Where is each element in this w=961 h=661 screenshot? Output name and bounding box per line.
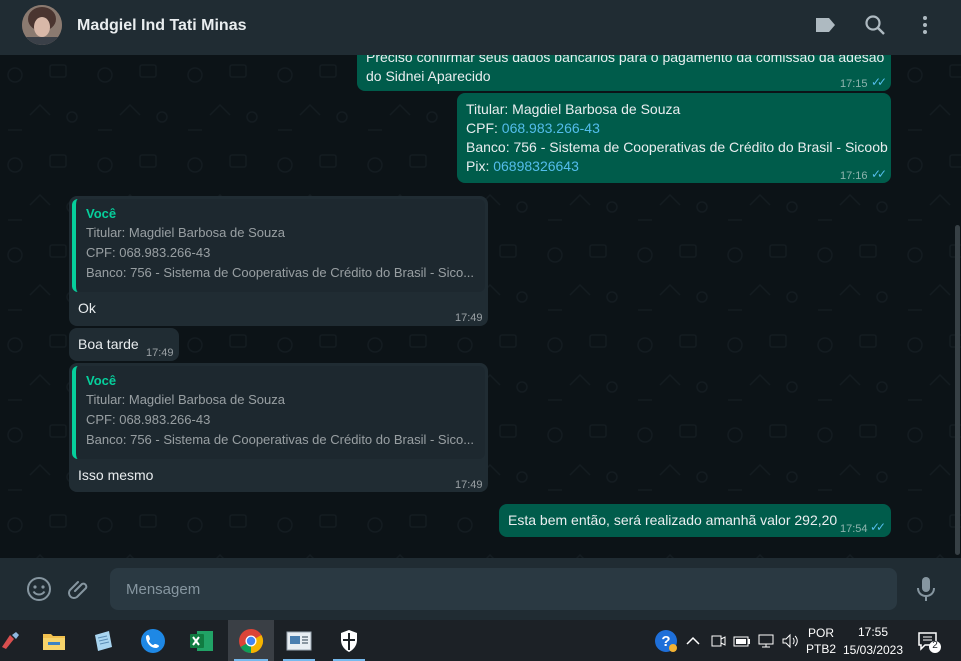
volume-icon[interactable]	[781, 620, 799, 661]
read-ticks-icon: ✓✓	[871, 75, 887, 89]
message-time: 17:54	[840, 523, 868, 535]
message-text: Banco: 756 - Sistema de Cooperativas de …	[466, 139, 888, 155]
contact-name[interactable]: Madgiel Ind Tati Minas	[77, 17, 247, 35]
message-text: Ok	[78, 300, 96, 316]
message-incoming[interactable]: Você Titular: Magdiel Barbosa de Souza C…	[69, 196, 488, 326]
quote-line: Banco: 756 - Sistema de Cooperativas de …	[86, 432, 475, 447]
message-text: Esta bem então, será realizado amanhã va…	[508, 512, 838, 528]
message-text: Preciso confirmar seus dados bancarios p…	[366, 55, 885, 65]
app-window-icon[interactable]	[277, 620, 321, 661]
quote-author: Você	[86, 373, 117, 388]
message-text: Isso mesmo	[78, 467, 154, 483]
file-explorer-icon[interactable]	[32, 620, 76, 661]
phone-icon[interactable]	[131, 620, 175, 661]
message-incoming[interactable]: Boa tarde 17:49	[69, 328, 179, 361]
quote-line: CPF: 068.983.266-43	[86, 412, 211, 427]
language-indicator[interactable]: POR PTB2	[806, 620, 836, 661]
message-text: CPF: 068.983.266-43	[466, 120, 600, 136]
menu-icon[interactable]	[913, 13, 937, 37]
chat-area[interactable]: Preciso confirmar seus dados bancarios p…	[0, 55, 961, 558]
message-text: do Sidnei Aparecido	[366, 68, 491, 84]
message-time: 17:15	[840, 78, 868, 90]
read-ticks-icon: ✓✓	[870, 520, 886, 534]
clock-time: 17:55	[857, 624, 889, 639]
emoji-icon[interactable]	[26, 576, 52, 602]
pix-link[interactable]: 06898326643	[493, 158, 579, 174]
quoted-message[interactable]: Você Titular: Magdiel Barbosa de Souza C…	[72, 199, 485, 292]
chevron-up-icon[interactable]	[686, 620, 700, 661]
quote-line: Titular: Magdiel Barbosa de Souza	[86, 392, 285, 407]
quoted-message[interactable]: Você Titular: Magdiel Barbosa de Souza C…	[72, 366, 485, 459]
language-code: POR	[808, 625, 835, 640]
avatar[interactable]	[22, 5, 62, 45]
message-text: Boa tarde	[78, 336, 139, 352]
network-icon[interactable]	[757, 620, 775, 661]
chrome-icon[interactable]	[228, 620, 274, 661]
keyboard-layout: PTB2	[806, 641, 837, 656]
quote-line: Titular: Magdiel Barbosa de Souza	[86, 225, 285, 240]
paint-icon[interactable]	[0, 620, 32, 661]
chat-scrollbar[interactable]	[955, 225, 960, 555]
meet-now-icon[interactable]	[710, 620, 726, 661]
battery-icon[interactable]	[733, 620, 751, 661]
composer	[0, 558, 961, 620]
message-time: 17:49	[455, 479, 483, 491]
quote-line: Banco: 756 - Sistema de Cooperativas de …	[86, 265, 475, 280]
excel-icon[interactable]	[180, 620, 224, 661]
chat-header: Madgiel Ind Tati Minas	[0, 0, 961, 55]
message-outgoing[interactable]: Titular: Magdiel Barbosa de Souza CPF: 0…	[457, 93, 891, 183]
message-time: 17:16	[840, 170, 868, 182]
clock-date: 15/03/2023	[842, 642, 904, 657]
security-icon[interactable]	[327, 620, 371, 661]
cpf-link[interactable]: 068.983.266-43	[502, 120, 600, 136]
message-time: 17:49	[455, 312, 483, 324]
quote-line: CPF: 068.983.266-43	[86, 245, 211, 260]
message-time: 17:49	[146, 347, 174, 359]
message-outgoing[interactable]: Preciso confirmar seus dados bancarios p…	[357, 55, 891, 91]
windows-taskbar: ? POR PTB2 17:55 15/03/2023 2	[0, 620, 961, 661]
message-incoming[interactable]: Você Titular: Magdiel Barbosa de Souza C…	[69, 363, 488, 492]
clock[interactable]: 17:55 15/03/2023	[842, 620, 904, 661]
notification-icon[interactable]: 2	[917, 620, 941, 661]
help-icon[interactable]: ?	[654, 620, 678, 661]
microphone-icon[interactable]	[913, 576, 939, 602]
message-text: Titular: Magdiel Barbosa de Souza	[466, 101, 681, 117]
notification-count: 2	[932, 640, 938, 651]
read-ticks-icon: ✓✓	[871, 167, 887, 181]
message-input[interactable]	[110, 568, 897, 610]
quote-author: Você	[86, 206, 117, 221]
message-outgoing[interactable]: Esta bem então, será realizado amanhã va…	[499, 504, 891, 537]
message-text: Pix: 06898326643	[466, 158, 579, 174]
search-icon[interactable]	[863, 13, 887, 37]
attach-icon[interactable]	[67, 576, 93, 602]
notepad-icon[interactable]	[81, 620, 125, 661]
label-icon[interactable]	[813, 13, 837, 37]
